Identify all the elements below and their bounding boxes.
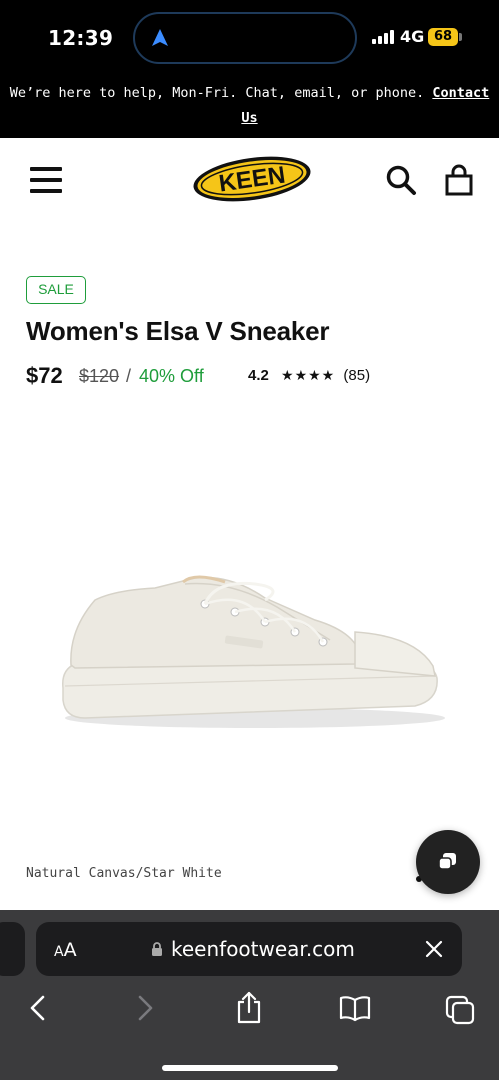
search-icon[interactable]: [385, 164, 417, 196]
close-icon[interactable]: [424, 939, 444, 959]
back-icon[interactable]: [28, 994, 48, 1022]
discount-label: 40% Off: [139, 366, 204, 386]
site-header: KEEN: [0, 138, 499, 228]
battery-icon: 68: [428, 28, 458, 46]
status-bar: 12:39 4G 68: [0, 0, 499, 78]
signal-icon: [372, 30, 396, 44]
review-count[interactable]: (85): [343, 367, 370, 384]
bookmarks-icon[interactable]: [338, 994, 372, 1022]
original-price: $120: [79, 366, 120, 386]
lock-icon: [152, 942, 162, 956]
announcement-text: We’re here to help, Mon-Fri. Chat, email…: [9, 85, 425, 101]
color-name: Natural Canvas/Star White: [26, 866, 222, 881]
network-label: 4G: [400, 27, 425, 46]
share-icon[interactable]: [235, 990, 263, 1024]
keen-logo[interactable]: KEEN: [191, 154, 313, 204]
address-bar[interactable]: AA keenfootwear.com: [36, 922, 462, 976]
url-text[interactable]: keenfootwear.com: [171, 937, 355, 961]
status-time: 12:39: [48, 26, 114, 50]
browser-toolbar: AA keenfootwear.com: [0, 910, 499, 1080]
battery-tip: [459, 33, 462, 41]
chat-icon: [438, 853, 456, 870]
reader-settings-button[interactable]: AA: [54, 939, 77, 961]
current-price: $72: [26, 363, 63, 388]
previous-tab[interactable]: [0, 922, 25, 976]
sale-badge: SALE: [26, 276, 86, 304]
product-title: Women's Elsa V Sneaker: [26, 316, 330, 346]
bag-icon[interactable]: [444, 164, 474, 196]
home-indicator: [162, 1065, 338, 1071]
price-separator: /: [126, 366, 132, 386]
rating-value: 4.2: [248, 367, 269, 384]
menu-icon[interactable]: [30, 167, 62, 193]
dynamic-island: [133, 12, 357, 64]
navigation-arrow-icon: [152, 29, 168, 46]
announcement-bar: We’re here to help, Mon-Fri. Chat, email…: [0, 78, 499, 138]
rating-summary[interactable]: 4.2 ★★★★ (85): [248, 367, 370, 384]
product-image[interactable]: [55, 560, 445, 740]
forward-icon[interactable]: [135, 994, 155, 1022]
star-rating-icon: ★★★★: [281, 367, 336, 383]
chat-button[interactable]: [416, 830, 480, 894]
tabs-icon[interactable]: [444, 994, 476, 1026]
